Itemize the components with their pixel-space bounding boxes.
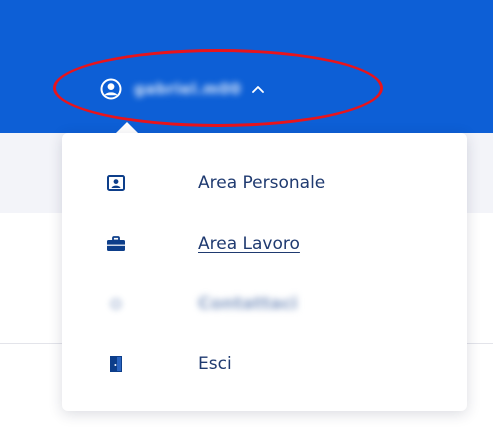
gear-icon xyxy=(106,295,126,313)
menu-item-label: Esci xyxy=(198,354,232,374)
chevron-up-icon xyxy=(252,86,265,93)
briefcase-icon xyxy=(106,235,126,253)
menu-item-area-lavoro[interactable]: Area Lavoro xyxy=(62,222,467,266)
user-dropdown-menu: Area Personale Area Lavoro Contattaci Es… xyxy=(62,133,467,411)
user-circle-icon xyxy=(100,78,122,100)
door-exit-icon xyxy=(106,355,126,373)
user-menu-toggle[interactable]: gabriel.m00 xyxy=(100,76,265,102)
menu-item-esci[interactable]: Esci xyxy=(62,342,467,386)
dropdown-pointer xyxy=(116,122,138,133)
menu-item-label: Contattaci xyxy=(198,294,298,314)
id-card-icon xyxy=(106,174,126,192)
username-label: gabriel.m00 xyxy=(134,80,242,98)
top-navigation-bar xyxy=(0,0,493,133)
menu-item-label: Area Personale xyxy=(198,173,326,193)
menu-item-contattaci[interactable]: Contattaci xyxy=(62,282,467,326)
menu-item-label: Area Lavoro xyxy=(198,234,300,254)
menu-item-area-personale[interactable]: Area Personale xyxy=(62,161,467,205)
